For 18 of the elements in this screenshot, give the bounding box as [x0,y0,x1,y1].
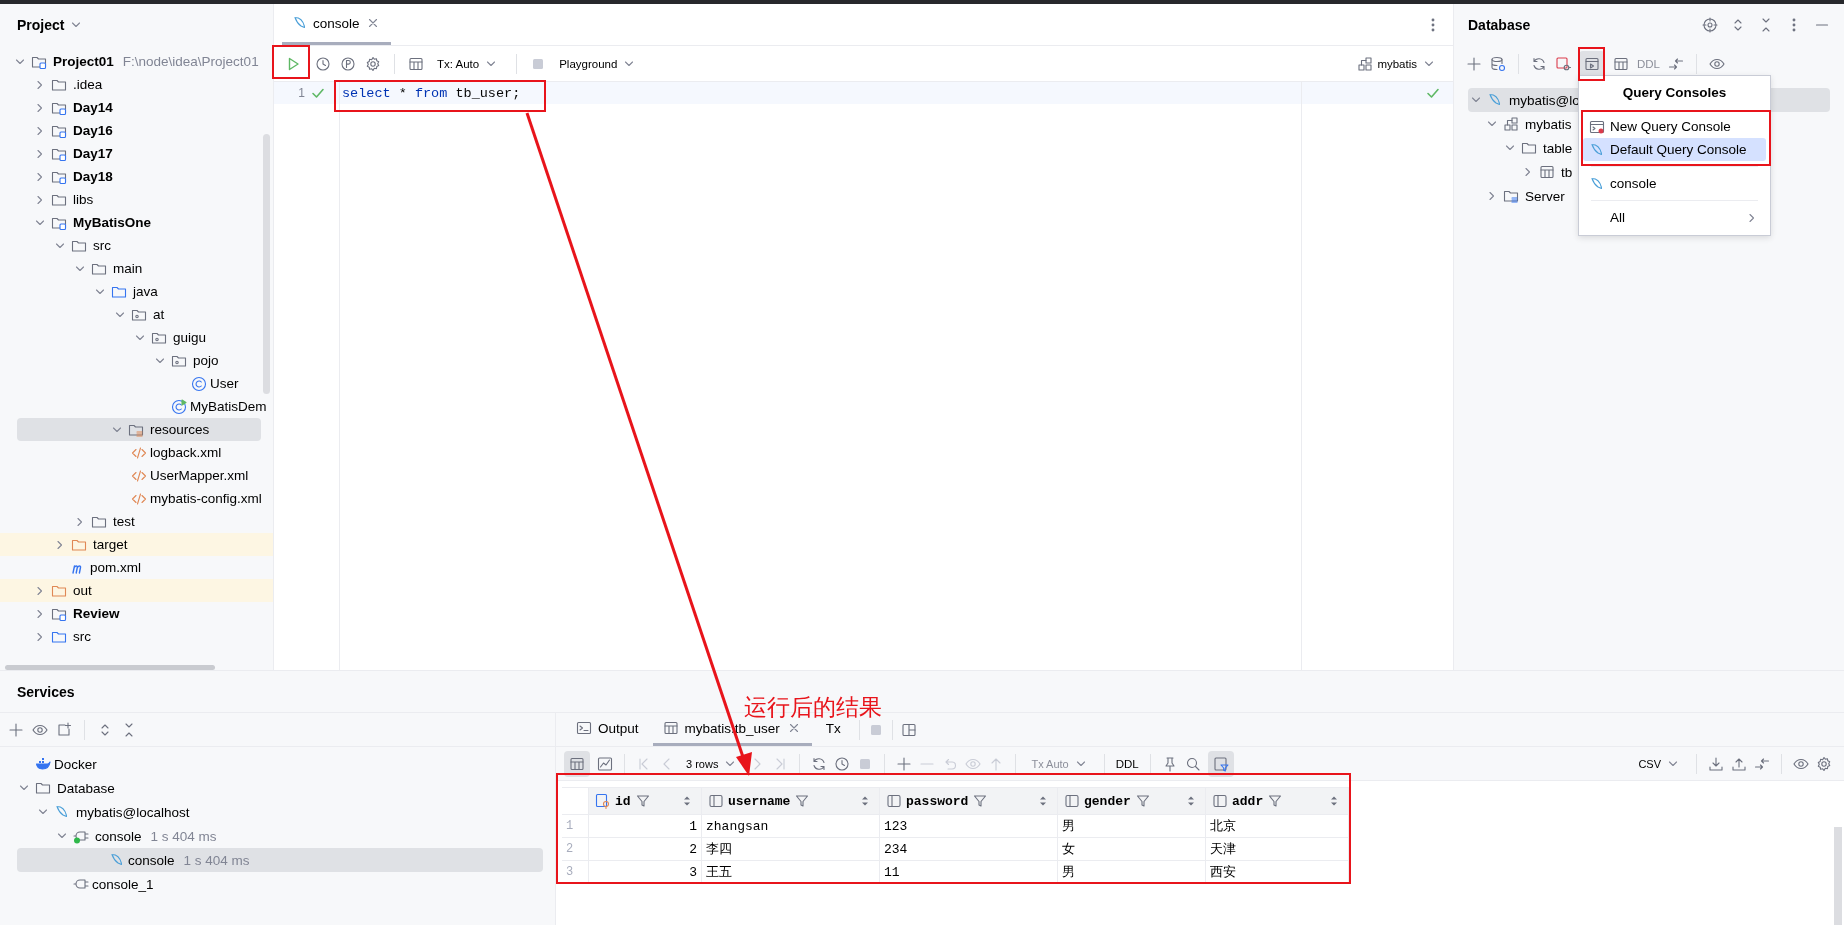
table-cell: 女 [1057,837,1206,861]
row-number: 2 [562,837,589,861]
table-cell: 234 [879,837,1058,861]
table-cell: 2 [588,837,702,861]
panel-title: Project [17,17,65,33]
panel-title: Services [17,683,75,700]
line-number: 1 [298,86,305,100]
panel-title: Database [1468,17,1531,33]
table-cell: zhangsan [701,814,880,838]
table-cell: 天津 [1205,837,1349,861]
menu-title: Query Consoles [1621,84,1728,102]
code-text: select * from tb_user; [342,85,521,101]
table-cell: 李四 [701,837,880,861]
table-cell: 123 [879,814,1058,838]
table-cell: 1 [588,814,702,838]
table-cell: 北京 [1205,814,1349,838]
row-number: 1 [562,814,589,838]
table-cell: 男 [1057,814,1206,838]
